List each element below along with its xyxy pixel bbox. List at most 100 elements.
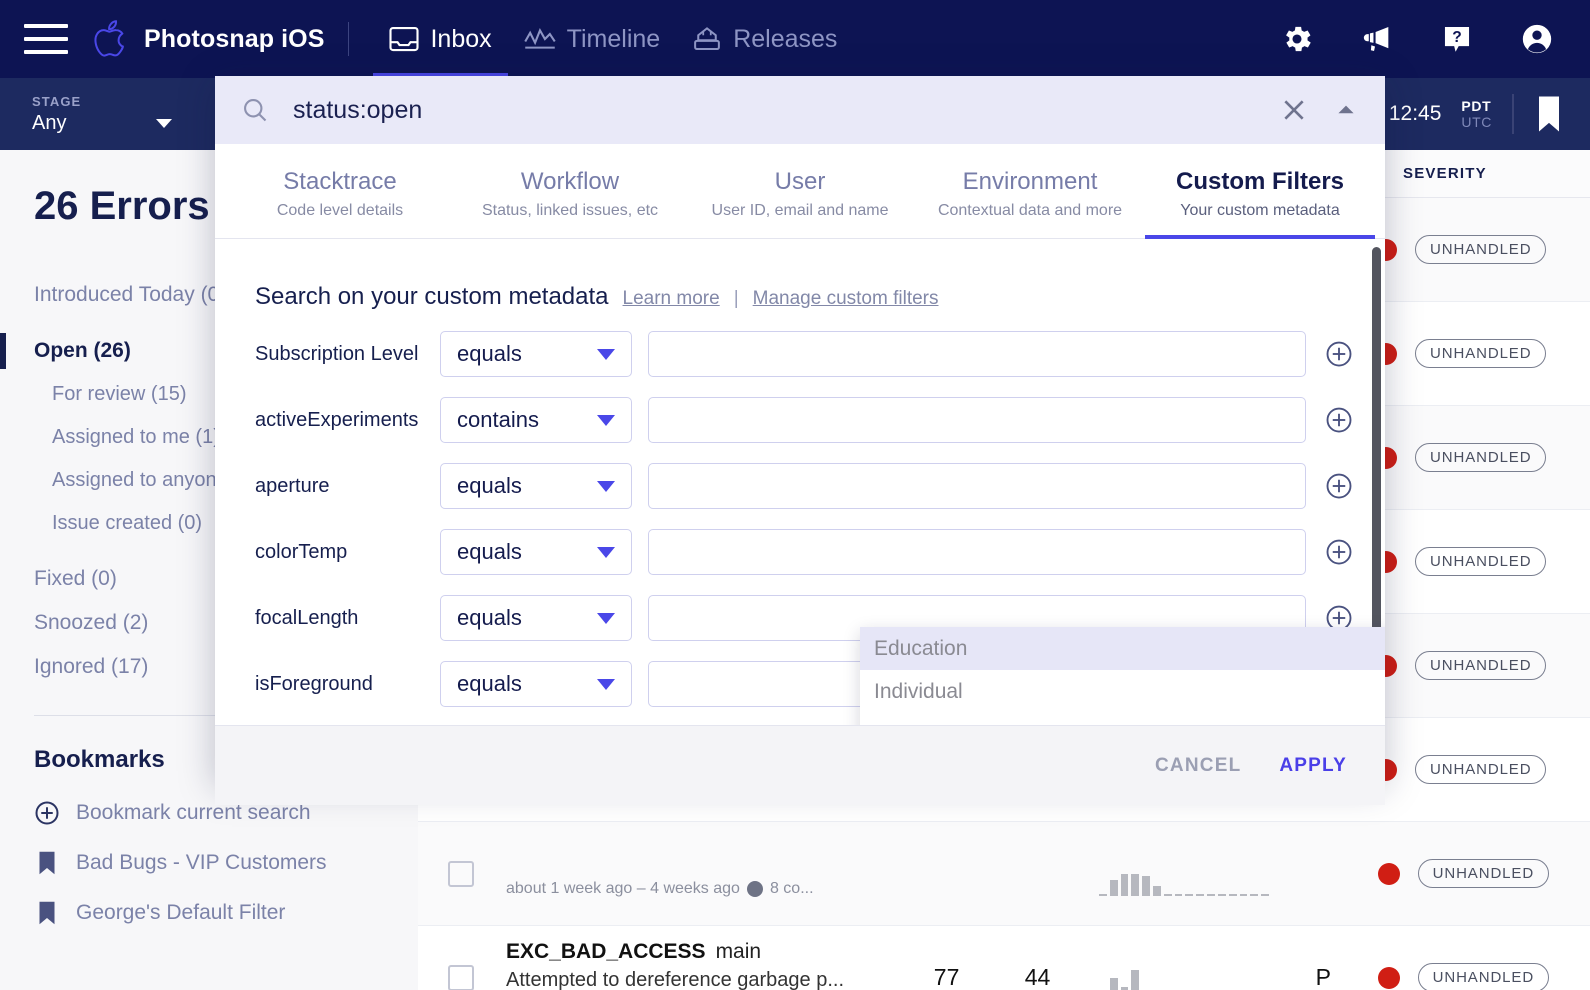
filter-row-activeexperiments: activeExperiments contains (215, 397, 1385, 443)
manage-custom-filters-link[interactable]: Manage custom filters (753, 288, 939, 310)
nav-item-timeline[interactable]: Timeline (508, 0, 677, 78)
apply-button[interactable]: APPLY (1279, 755, 1347, 777)
hamburger-menu-icon[interactable] (24, 24, 68, 54)
section-title: Search on your custom metadata (255, 283, 609, 310)
plus-circle-icon[interactable] (1324, 339, 1354, 369)
row-checkbox[interactable] (448, 964, 474, 990)
severity-cell: UNHANDLED (1377, 963, 1590, 990)
status-badge: UNHANDLED (1415, 651, 1547, 680)
nav-item-timeline-label: Timeline (566, 24, 661, 53)
severity-cell: UNHANDLED (1375, 547, 1590, 576)
chevron-down-icon (597, 348, 615, 360)
gear-icon[interactable] (1280, 22, 1314, 56)
autocomplete-option[interactable]: Education (860, 627, 1385, 670)
bookmark-icon[interactable] (1534, 94, 1564, 134)
cancel-button[interactable]: CANCEL (1155, 755, 1241, 777)
search-filter-modal: Stacktrace Code level details Workflow Stat… (215, 76, 1385, 805)
megaphone-icon[interactable] (1360, 22, 1394, 56)
filter-operator-select[interactable]: equals (440, 661, 632, 707)
tab-environment[interactable]: Environment Contextual data and more (915, 144, 1145, 238)
filter-operator-value: contains (457, 407, 539, 432)
modal-scrollbar[interactable] (1372, 247, 1381, 667)
users-count: 44 (1024, 964, 1051, 990)
tab-label: Stacktrace (283, 168, 397, 195)
bookmark-item-label: Bad Bugs - VIP Customers (76, 851, 327, 874)
bookmarks-list: Bookmark current search Bad Bugs - VIP Cu… (0, 788, 418, 938)
filter-operator-select[interactable]: equals (440, 331, 632, 377)
filter-field-name: aperture (255, 474, 330, 497)
help-icon[interactable]: ? (1440, 22, 1474, 56)
filter-field-name: activeExperiments (255, 408, 419, 431)
filter-value-input[interactable] (648, 529, 1306, 575)
tab-label: Workflow (520, 168, 620, 195)
bookmark-icon (39, 851, 55, 875)
filter-operator-select[interactable]: equals (440, 595, 632, 641)
bookmark-icon (39, 901, 55, 925)
chevron-down-icon (597, 480, 615, 492)
custom-metadata-header: Search on your custom metadata Learn mor… (215, 239, 1385, 311)
error-class: EXC_BAD_ACCESS (506, 939, 706, 963)
severity-cell: UNHANDLED (1377, 859, 1590, 888)
tab-sublabel: Your custom metadata (1180, 202, 1340, 219)
comment-icon (746, 880, 763, 897)
error-meta: about 1 week ago – 4 weeks ago 8 co... (506, 880, 901, 898)
filter-row-aperture: aperture equals (215, 463, 1385, 509)
timezone-toggle[interactable]: PDT UTC (1461, 98, 1492, 130)
learn-more-link[interactable]: Learn more (623, 288, 720, 310)
account-icon[interactable] (1520, 22, 1554, 56)
bookmark-item-2[interactable]: George's Default Filter (0, 888, 418, 938)
tab-custom-filters[interactable]: Custom Filters Your custom metadata (1145, 144, 1375, 239)
filter-operator-value: equals (457, 341, 522, 366)
autocomplete-option[interactable]: Team (860, 713, 1385, 726)
filter-operator-value: equals (457, 605, 522, 630)
table-row[interactable]: EXC_BAD_ACCESS main Attempted to dereferen… (418, 926, 1590, 990)
close-icon[interactable] (1281, 97, 1307, 123)
chevron-down-icon (597, 546, 615, 558)
events-count: 77 (933, 964, 960, 990)
filter-operator-select[interactable]: equals (440, 463, 632, 509)
filter-operator-select[interactable]: contains (440, 397, 632, 443)
filter-value-input[interactable] (648, 397, 1306, 443)
plus-circle-icon[interactable] (1324, 471, 1354, 501)
filter-value-input[interactable] (648, 331, 1306, 377)
severity-cell: UNHANDLED (1375, 443, 1590, 472)
tab-user[interactable]: User User ID, email and name (685, 144, 915, 238)
owner-avatar: P (1315, 964, 1331, 990)
filter-field-name: focalLength (255, 606, 359, 629)
plus-circle-icon[interactable] (1324, 405, 1354, 435)
timezone-inactive: UTC (1461, 114, 1492, 130)
search-input[interactable] (293, 95, 1281, 125)
subbar-divider (1512, 94, 1514, 134)
status-badge: UNHANDLED (1415, 755, 1547, 784)
tab-stacktrace[interactable]: Stacktrace Code level details (225, 144, 455, 238)
status-badge: UNHANDLED (1415, 443, 1547, 472)
app-title: Photosnap iOS (144, 24, 325, 53)
status-badge: UNHANDLED (1415, 547, 1547, 576)
chevron-up-icon[interactable] (1333, 97, 1359, 123)
status-badge: UNHANDLED (1417, 963, 1550, 990)
chevron-down-icon (597, 678, 615, 690)
modal-body: Search on your custom metadata Learn mor… (215, 239, 1385, 725)
error-title (506, 850, 901, 874)
chevron-down-icon[interactable] (156, 118, 172, 128)
error-timespan: about 1 week ago – 4 weeks ago (506, 879, 740, 897)
tab-sublabel: User ID, email and name (711, 202, 889, 219)
subbar-right: 12:45 PDT UTC (1389, 94, 1590, 134)
table-row[interactable]: about 1 week ago – 4 weeks ago 8 co... UNH… (418, 822, 1590, 926)
error-message: Attempted to dereference garbage p... (506, 968, 844, 990)
filter-value-input[interactable] (648, 463, 1306, 509)
bookmark-item-label: George's Default Filter (76, 901, 286, 924)
tab-workflow[interactable]: Workflow Status, linked issues, etc (455, 144, 685, 238)
filter-operator-select[interactable]: equals (440, 529, 632, 575)
filter-field-name: colorTemp (255, 540, 348, 563)
search-icon (244, 99, 267, 122)
nav-item-inbox[interactable]: Inbox (373, 0, 508, 78)
row-checkbox[interactable] (448, 860, 474, 887)
bookmark-item-1[interactable]: Bad Bugs - VIP Customers (0, 838, 418, 888)
stage-filter[interactable]: STAGE Any (0, 94, 190, 135)
nav-item-releases[interactable]: Releases (676, 0, 853, 78)
plus-circle-icon[interactable] (1324, 537, 1354, 567)
search-actions (1281, 97, 1359, 123)
autocomplete-option[interactable]: Individual (860, 670, 1385, 713)
sparkline-chart (1098, 852, 1269, 896)
